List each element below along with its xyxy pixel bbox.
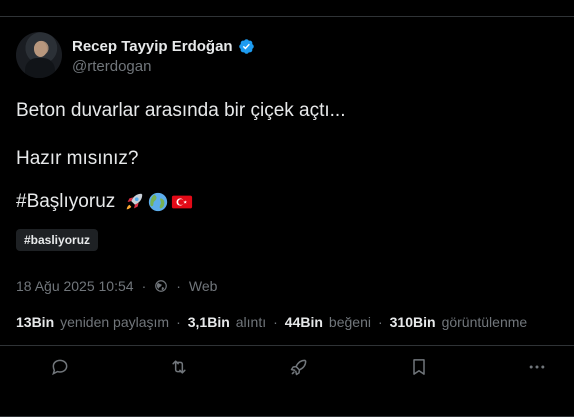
author-names: Recep Tayyip Erdoğan @rterdogan [72, 36, 255, 75]
tweet-text-line-3: #Başlıyoruz [16, 191, 193, 213]
tweet-text-line-2: Hazır mısınız? [16, 148, 139, 169]
globe-icon [149, 192, 168, 212]
globe-icon [155, 280, 168, 292]
more-button[interactable] [527, 357, 549, 379]
rocket-icon [126, 193, 143, 210]
hashtag-chip[interactable]: #basliyoruz [16, 229, 99, 251]
tweet-source: Web [188, 278, 218, 294]
tweet-actions [0, 357, 574, 381]
display-name[interactable]: Recep Tayyip Erdoğan [72, 38, 233, 55]
bookmark-button[interactable] [409, 357, 431, 379]
boost-button[interactable] [289, 357, 311, 379]
rocket-icon [290, 359, 307, 376]
retweet-icon [172, 360, 186, 374]
quote-label[interactable]: alıntı [236, 314, 266, 330]
view-label: görüntülenme [441, 314, 528, 330]
tweet-card: Recep Tayyip Erdoğan @rterdogan Beton du… [0, 16, 574, 417]
stats-separator: · [176, 314, 181, 330]
tweet-text-line-1: Beton duvarlar arasında bir çiçek açtı..… [16, 100, 346, 121]
avatar[interactable] [16, 32, 62, 78]
actions-divider [0, 345, 574, 346]
stats-separator: · [273, 314, 278, 330]
bookmark-icon [413, 359, 425, 375]
quote-count[interactable]: 3,1Bin [188, 314, 230, 330]
meta-separator: · [141, 278, 147, 294]
reply-button[interactable] [50, 357, 72, 379]
meta-separator: · [176, 278, 181, 294]
name-row: Recep Tayyip Erdoğan [72, 36, 255, 56]
avatar-suit [25, 58, 55, 78]
tweet-author[interactable]: Recep Tayyip Erdoğan @rterdogan [16, 32, 255, 78]
tweet-stats: 13Bin yeniden paylaşım · 3,1Bin alıntı ·… [16, 314, 527, 330]
author-handle[interactable]: @rterdogan [72, 58, 255, 75]
like-label[interactable]: beğeni [329, 314, 371, 330]
like-count[interactable]: 44Bin [285, 314, 323, 330]
view-count: 310Bin [389, 314, 436, 330]
verified-badge-icon [238, 38, 254, 54]
reply-icon [52, 359, 68, 376]
stats-separator: · [377, 314, 383, 330]
turkey-flag-icon [172, 195, 193, 209]
retweet-label[interactable]: yeniden paylaşım [60, 314, 169, 330]
hashtag-link[interactable]: #Başlıyoruz [16, 191, 115, 213]
timestamp[interactable]: 18 Ağu 2025 10:54 [16, 278, 134, 294]
retweet-button[interactable] [169, 357, 191, 379]
more-icon [529, 365, 545, 369]
retweet-count[interactable]: 13Bin [16, 314, 54, 330]
tweet-meta: 18 Ağu 2025 10:54 · · Web [16, 278, 217, 294]
avatar-face [34, 41, 47, 57]
